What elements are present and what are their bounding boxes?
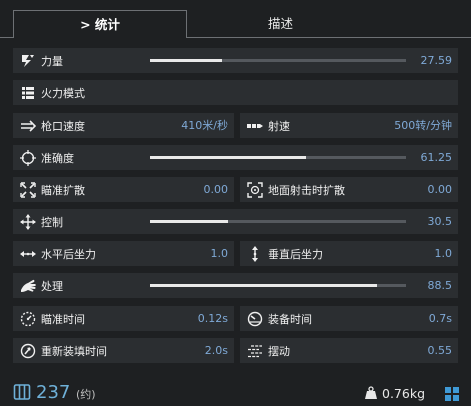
arrow-right-icon — [17, 118, 39, 134]
stat-label: 枪口速度 — [41, 119, 85, 133]
move-arrows-icon — [17, 213, 39, 230]
gauge-icon — [244, 311, 266, 327]
fire-mode-icon — [17, 85, 39, 101]
stat-row-recoil: 水平后坐力 1.0 垂直后坐力 1.0 — [13, 241, 458, 266]
stat-value: 0.00 — [203, 183, 229, 196]
power-icon — [17, 53, 39, 69]
weight-value: 0.76kg — [382, 386, 426, 401]
stat-label: 射速 — [268, 119, 290, 133]
power-bar — [150, 59, 406, 62]
stat-aim-spread: 瞄准扩散 0.00 — [13, 177, 234, 202]
stat-label: 瞄准扩散 — [41, 183, 85, 197]
handling-bar — [150, 284, 406, 287]
stat-hipfire-spread: 地面射击时扩散 0.00 — [240, 177, 458, 202]
stat-label: 控制 — [41, 215, 63, 229]
tab-divider — [187, 37, 471, 38]
stat-aim-time: 瞄准时间 0.12s — [13, 306, 234, 331]
stat-label: 水平后坐力 — [41, 247, 96, 261]
credits-value: 237 — [36, 382, 71, 403]
stat-control: 控制 30.5 — [13, 209, 458, 234]
stat-value: 88.5 — [427, 279, 453, 292]
stat-horizontal-recoil: 水平后坐力 1.0 — [13, 241, 234, 266]
weight-icon — [364, 385, 378, 399]
accuracy-bar — [150, 156, 406, 159]
stat-label: 火力模式 — [41, 86, 85, 100]
stat-label: 装备时间 — [268, 312, 312, 326]
stat-label: 垂直后坐力 — [268, 247, 323, 261]
hand-icon — [17, 278, 39, 294]
stat-reload-time: 重新装填时间 2.0s — [13, 338, 234, 363]
stat-value: 1.0 — [210, 247, 229, 260]
reload-icon — [17, 343, 39, 359]
stat-row-reload: 重新装填时间 2.0s 摆动 0.55 — [13, 338, 458, 363]
stat-value: 30.5 — [427, 215, 453, 228]
dotted-circle-icon — [17, 311, 39, 327]
stat-row-timing: 瞄准时间 0.12s 装备时间 0.7s — [13, 306, 458, 331]
stat-row-spread: 瞄准扩散 0.00 地面射击时扩散 0.00 — [13, 177, 458, 202]
tab-description[interactable]: 描述 — [187, 10, 374, 38]
stat-vertical-recoil: 垂直后坐力 1.0 — [240, 241, 458, 266]
control-bar-fill — [150, 220, 229, 223]
footer: 237 (约) 0.76kg — [0, 380, 471, 406]
tab-stats[interactable]: > 统计 — [13, 10, 187, 38]
vertical-arrows-icon — [244, 245, 266, 262]
stat-power: 力量 27.59 — [13, 48, 458, 73]
stat-handling: 处理 88.5 — [13, 273, 458, 298]
horizontal-arrows-icon — [17, 246, 39, 262]
stat-value: 27.59 — [420, 54, 453, 67]
stat-label: 地面射击时扩散 — [268, 183, 345, 197]
stat-value: 2.0s — [204, 344, 228, 357]
stat-label: 摆动 — [268, 344, 290, 358]
stat-value: 500转/分钟 — [394, 119, 452, 132]
stat-label: 重新装填时间 — [41, 344, 107, 358]
stat-equip-time: 装备时间 0.7s — [240, 306, 458, 331]
stat-sway: 摆动 0.55 — [240, 338, 458, 363]
stat-row-fire-mode: 火力模式 — [13, 80, 458, 105]
accuracy-bar-fill — [150, 156, 307, 159]
credits-icon — [13, 383, 31, 401]
stat-value: 410米/秒 — [181, 119, 228, 132]
power-bar-fill — [150, 59, 222, 62]
stat-row-control: 控制 30.5 — [13, 209, 458, 234]
handling-bar-fill — [150, 284, 377, 287]
stat-value: 0.55 — [427, 344, 453, 357]
tab-divider — [0, 37, 13, 38]
stat-value: 0.00 — [427, 183, 453, 196]
stat-value: 0.7s — [428, 312, 452, 325]
stat-value: 61.25 — [420, 151, 453, 164]
crosshair-icon — [17, 149, 39, 166]
hipfire-target-icon — [244, 181, 266, 198]
stat-label: 力量 — [41, 54, 63, 68]
tab-bar: > 统计 描述 — [0, 0, 471, 38]
spread-icon — [17, 181, 39, 198]
sway-lines-icon — [244, 343, 266, 359]
control-bar — [150, 220, 406, 223]
stat-value: 0.12s — [197, 312, 228, 325]
stat-row-velocity: 枪口速度 410米/秒 射速 500转/分钟 — [13, 113, 458, 138]
stat-fire-mode: 火力模式 — [13, 80, 458, 105]
bullets-icon — [244, 118, 266, 134]
stat-value: 1.0 — [434, 247, 453, 260]
stat-fire-rate: 射速 500转/分钟 — [240, 113, 458, 138]
grid-view-icon[interactable] — [445, 386, 459, 401]
stat-label: 瞄准时间 — [41, 312, 85, 326]
stat-label: 处理 — [41, 279, 63, 293]
credits-note: (约) — [76, 388, 96, 401]
stat-row-accuracy: 准确度 61.25 — [13, 145, 458, 170]
stat-muzzle-velocity: 枪口速度 410米/秒 — [13, 113, 234, 138]
stat-label: 准确度 — [41, 151, 74, 165]
stat-accuracy: 准确度 61.25 — [13, 145, 458, 170]
stat-row-handling: 处理 88.5 — [13, 273, 458, 298]
stat-row-power: 力量 27.59 — [13, 48, 458, 73]
